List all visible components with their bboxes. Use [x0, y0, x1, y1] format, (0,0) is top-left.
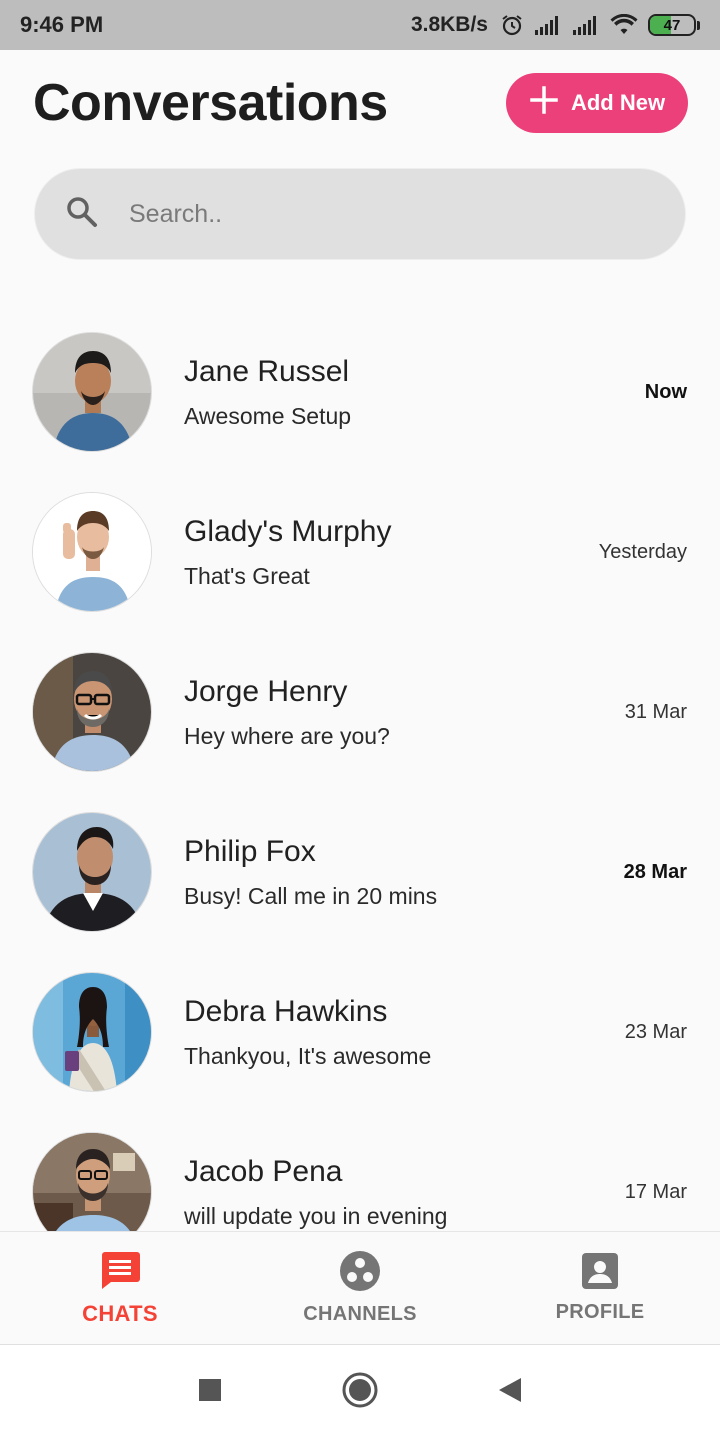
status-icons: 3.8KB/s 47	[411, 13, 700, 37]
contact-name: Jorge Henry	[184, 675, 348, 708]
chat-icon	[99, 1250, 141, 1295]
signal-icon	[534, 14, 562, 36]
avatar	[32, 812, 152, 932]
recent-apps-button[interactable]	[185, 1368, 235, 1418]
square-icon	[198, 1378, 222, 1407]
search-bar[interactable]	[34, 168, 686, 260]
add-new-label: Add New	[570, 89, 666, 115]
nav-label: CHANNELS	[303, 1303, 417, 1325]
page-title: Conversations	[33, 73, 388, 132]
avatar	[32, 652, 152, 772]
message-time: 23 Mar	[624, 1020, 687, 1043]
alarm-icon	[500, 13, 524, 37]
conversation-row[interactable]: Debra Hawkins Thankyou, It's awesome 23 …	[0, 952, 720, 1112]
wifi-icon	[610, 14, 638, 36]
nav-label: CHATS	[82, 1300, 158, 1326]
battery-icon: 47	[648, 14, 700, 36]
last-message: That's Great	[184, 563, 310, 589]
last-message: will update you in evening	[184, 1203, 448, 1229]
message-time: Now	[644, 380, 687, 403]
last-message: Awesome Setup	[184, 403, 352, 429]
bottom-nav: CHATS CHANNELS PROFILE	[0, 1231, 720, 1344]
status-bar: 9:46 PM 3.8KB/s 47	[0, 0, 720, 50]
channels-icon	[339, 1250, 381, 1297]
last-message: Busy! Call me in 20 mins	[184, 883, 438, 909]
avatar	[32, 492, 152, 612]
contact-name: Glady's Murphy	[184, 515, 392, 548]
nav-channels[interactable]: CHANNELS	[240, 1232, 480, 1344]
header: Conversations Add New	[0, 50, 720, 155]
conversation-list[interactable]: Jane Russel Awesome Setup Now Glady's Mu…	[0, 312, 720, 1231]
nav-profile[interactable]: PROFILE	[480, 1232, 720, 1344]
last-message: Thankyou, It's awesome	[184, 1043, 432, 1069]
add-new-button[interactable]: Add New	[506, 72, 688, 133]
plus-icon	[529, 85, 559, 120]
search-icon	[65, 195, 99, 234]
conversation-row[interactable]: Jane Russel Awesome Setup Now	[0, 312, 720, 472]
status-time: 9:46 PM	[20, 12, 104, 37]
back-triangle-icon	[497, 1376, 523, 1409]
contact-name: Jane Russel	[184, 355, 350, 388]
last-message: Hey where are you?	[184, 723, 390, 749]
signal-icon	[572, 14, 600, 36]
message-time: 17 Mar	[624, 1180, 687, 1203]
avatar	[32, 972, 152, 1092]
circle-icon	[341, 1371, 379, 1414]
message-time: 28 Mar	[623, 860, 687, 883]
search-input[interactable]	[129, 199, 629, 229]
avatar	[32, 1132, 152, 1231]
avatar	[32, 332, 152, 452]
message-time: Yesterday	[598, 540, 687, 563]
battery-level: 47	[663, 16, 681, 34]
nav-label: PROFILE	[555, 1301, 645, 1323]
contact-name: Jacob Pena	[184, 1155, 343, 1188]
conversation-row[interactable]: Jorge Henry Hey where are you? 31 Mar	[0, 632, 720, 792]
contact-name: Philip Fox	[184, 835, 316, 868]
conversation-row[interactable]: Jacob Pena will update you in evening 17…	[0, 1112, 720, 1231]
conversation-row[interactable]: Glady's Murphy That's Great Yesterday	[0, 472, 720, 632]
conversation-row[interactable]: Philip Fox Busy! Call me in 20 mins 28 M…	[0, 792, 720, 952]
message-time: 31 Mar	[624, 700, 687, 723]
nav-chats[interactable]: CHATS	[0, 1232, 240, 1344]
home-button[interactable]	[335, 1368, 385, 1418]
back-button[interactable]	[485, 1368, 535, 1418]
network-speed: 3.8KB/s	[410, 13, 488, 36]
profile-icon	[581, 1252, 619, 1295]
contact-name: Debra Hawkins	[184, 995, 388, 1028]
system-nav-bar	[0, 1344, 720, 1440]
